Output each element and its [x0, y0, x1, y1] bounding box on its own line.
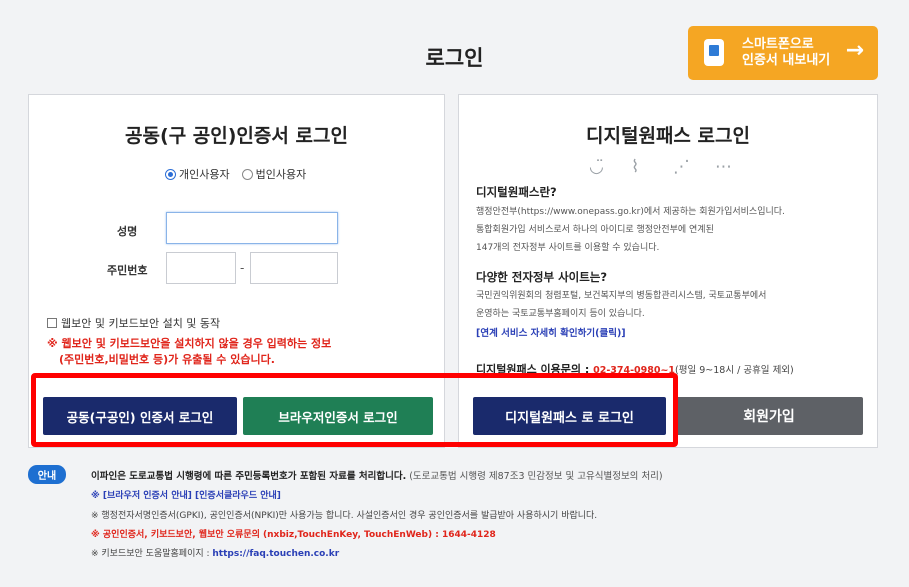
- user-type-radio-group: 개인사용자 법인사용자: [165, 166, 306, 182]
- browser-cert-login-button[interactable]: 브라우저인증서 로그인: [243, 397, 433, 435]
- what-text-line1: 행정안전부(https://www.onepass.go.kr)에서 제공하는 …: [476, 207, 785, 217]
- browser-cert-guide-link[interactable]: ※ [브라우저 인증서 안내] [인증서클라우드 안내]: [91, 491, 281, 501]
- export-button-line2: 인증서 내보내기: [742, 53, 831, 68]
- rrn-separator: -: [240, 261, 245, 275]
- onepass-contact: 디지털원패스 이용문의 : 02-374-0980~1(평일 9~18시 / 공…: [476, 361, 794, 377]
- security-checkbox-label: 웹보안 및 키보드보안 설치 및 동작: [61, 317, 221, 330]
- pin-icon: ⋯: [715, 157, 732, 177]
- various-sites-heading: 다양한 전자정부 사이트는?: [476, 270, 608, 284]
- name-input[interactable]: [166, 212, 338, 244]
- notice-line1: 이파인은 도로교통법 시행령에 따른 주민등록번호가 포함된 자료를 처리합니다…: [91, 468, 663, 482]
- export-cert-to-smartphone-button[interactable]: 스마트폰으로 인증서 내보내기 →: [688, 26, 878, 80]
- rrn-back-input[interactable]: [250, 252, 338, 284]
- sites-text-line1: 국민권익위원회의 청렴포털, 보건복지부의 병동합관리시스템, 국토교통부에서: [476, 291, 767, 301]
- checkbox-icon: [47, 318, 57, 328]
- security-warning-line1: ※ 웹보안 및 키보드보안을 설치하지 않을 경우 입력하는 정보: [47, 337, 332, 350]
- fingerprint-icon: ⌇: [631, 157, 640, 177]
- export-button-line1: 스마트폰으로: [742, 37, 814, 52]
- sites-text-line2: 운영하는 국토교통부홈페이지 등이 있습니다.: [476, 309, 645, 319]
- notice-line2: ※ [브라우저 인증서 안내] [인증서클라우드 안내]: [91, 488, 281, 501]
- cert-login-button[interactable]: 공동(구공인) 인증서 로그인: [43, 397, 237, 435]
- name-label: 성명: [117, 225, 138, 238]
- notice-line1-rest: (도로교통법 시행령 제87조3 민감정보 및 고유식별정보의 처리): [406, 471, 663, 482]
- notice-line1-bold: 이파인은 도로교통법 시행령에 따른 주민등록번호가 포함된 자료를 처리합니다…: [91, 471, 407, 482]
- linked-services-link[interactable]: [연계 서비스 자세히 확인하기(클릭)]: [476, 325, 626, 339]
- cert-login-title: 공동(구 공인)인증서 로그인: [125, 125, 348, 147]
- face-recognition-icon: ◡̈: [589, 157, 604, 177]
- notice-line4: ※ 공인인증서, 키보드보안, 웹보안 오류문의 (nxbiz,TouchEnK…: [91, 527, 496, 540]
- pattern-icon: ⋰: [673, 157, 690, 177]
- notice-badge: 안내: [28, 465, 66, 484]
- keyboard-help-prefix: ※ 키보드보안 도움말홈페이지 :: [91, 549, 213, 559]
- certificate-login-panel: 공동(구 공인)인증서 로그인 개인사용자 법인사용자 성명 주민번호 - 웹보…: [28, 94, 445, 448]
- rrn-front-input[interactable]: [166, 252, 236, 284]
- onepass-login-button[interactable]: 디지털원패스 로 로그인: [473, 397, 666, 435]
- security-install-checkbox[interactable]: 웹보안 및 키보드보안 설치 및 동작: [47, 315, 220, 331]
- contact-label: 디지털원패스 이용문의 :: [476, 363, 594, 376]
- notice-line5: ※ 키보드보안 도움말홈페이지 : https://faq.touchen.co…: [91, 546, 339, 559]
- error-inquiry-text: ※ 공인인증서, 키보드보안, 웹보안 오류문의 (nxbiz,TouchEnK…: [91, 530, 496, 540]
- rrn-label: 주민번호: [107, 264, 148, 277]
- radio-personal-user[interactable]: 개인사용자: [165, 166, 230, 182]
- signup-button[interactable]: 회원가입: [675, 397, 863, 435]
- what-is-onepass-heading: 디지털원패스란?: [476, 185, 557, 199]
- radio-corporate-user[interactable]: 법인사용자: [241, 166, 307, 182]
- notice-line3: ※ 행정전자서명인증서(GPKI), 공인인증서(NPKI)만 사용가능 합니다…: [91, 511, 598, 521]
- smartphone-icon: [704, 39, 724, 66]
- radio-corporate-label: 법인사용자: [255, 168, 307, 181]
- radio-selected-icon: [165, 168, 176, 180]
- radio-unselected-icon: [241, 168, 253, 180]
- radio-personal-label: 개인사용자: [179, 168, 230, 181]
- security-warning-line2: (주민번호,비밀번호 등)가 유출될 수 있습니다.: [59, 353, 275, 366]
- arrow-right-icon: →: [845, 38, 864, 63]
- contact-hours: (평일 9~18시 / 공휴일 제외): [675, 365, 794, 376]
- contact-number: 02-374-0980~1: [593, 365, 676, 376]
- what-text-line2: 통합회원가입 서비스로서 하나의 아이디로 행정안전부에 연계된: [476, 225, 714, 235]
- keyboard-help-link[interactable]: https://faq.touchen.co.kr: [212, 549, 339, 559]
- what-text-line3: 147개의 전자정부 사이트를 이용할 수 있습니다.: [476, 243, 660, 253]
- digital-onepass-panel: 디지털원패스 로그인 ◡̈ ⌇ ⋰ ⋯ 디지털원패스란? 행정안전부(https…: [458, 94, 878, 448]
- onepass-login-title: 디지털원패스 로그인: [586, 125, 750, 147]
